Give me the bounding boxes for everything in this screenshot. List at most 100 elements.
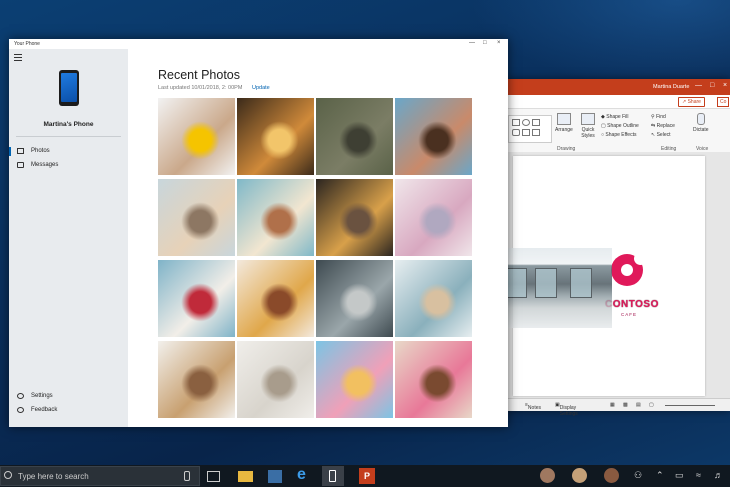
microphone-icon[interactable] [184, 471, 190, 481]
arrange-icon [556, 113, 571, 125]
shapes-gallery[interactable] [508, 115, 552, 143]
your-phone-taskbar-button[interactable] [322, 466, 344, 486]
photo-icon [17, 148, 24, 154]
shape-outline-button[interactable]: ▢ Shape Outline [601, 123, 639, 129]
maximize-icon[interactable]: □ [483, 40, 487, 46]
logo-subtitle: CAFE [621, 312, 638, 317]
people-icon[interactable]: ⚇ [634, 470, 642, 481]
nav-item-messages[interactable]: Messages [9, 160, 128, 172]
store-icon[interactable] [268, 470, 282, 483]
share-button[interactable]: ↗ Share [678, 97, 705, 107]
shape-effects-button[interactable]: ○ Shape Effects [601, 132, 636, 138]
contact-avatar[interactable] [572, 468, 587, 483]
photo-thumbnail[interactable] [237, 341, 314, 418]
ribbon: Arrange Quick Styles ◆ Shape Fill ▢ Shap… [505, 109, 730, 154]
wifi-icon[interactable]: ≈ [696, 470, 701, 480]
shape-oval-icon[interactable] [522, 119, 530, 126]
sidebar: Martina's Phone Photos Messages Settings… [9, 49, 128, 427]
replace-button[interactable]: ⇆ Replace [651, 123, 675, 129]
hamburger-menu-icon[interactable] [14, 54, 22, 61]
logo-title: CONTOSO [605, 299, 659, 310]
arrange-button[interactable]: Arrange [555, 113, 573, 133]
selected-indicator [9, 147, 11, 156]
photo-thumbnail[interactable] [158, 98, 235, 175]
shape-square-icon[interactable] [532, 119, 540, 126]
photo-thumbnail[interactable] [316, 179, 393, 256]
status-bar: ≡ Notes ▣ Display Settings ▦ ▩ ▤ ▢ [505, 398, 730, 417]
gear-icon [17, 393, 24, 399]
file-explorer-icon[interactable] [238, 471, 253, 482]
minimize-icon[interactable]: — [469, 40, 475, 46]
slideshow-icon[interactable]: ▢ [649, 402, 654, 408]
search-icon [4, 471, 12, 479]
divider [16, 136, 121, 137]
photo-thumbnail[interactable] [395, 98, 472, 175]
comments-button[interactable]: Co [717, 97, 730, 107]
reading-view-icon[interactable]: ▤ [636, 402, 641, 408]
photo-thumbnail[interactable] [237, 98, 314, 175]
select-button[interactable]: ↖ Select [651, 132, 671, 138]
feedback-icon [17, 407, 24, 413]
sorter-view-icon[interactable]: ▩ [623, 402, 628, 408]
shape-callout-icon[interactable] [532, 129, 540, 136]
taskbar-search-box[interactable]: Type here to search [0, 466, 200, 486]
quick-styles-icon [581, 113, 595, 125]
photo-thumbnail[interactable] [158, 341, 235, 418]
contact-avatar[interactable] [604, 468, 619, 483]
donut-logo-icon [611, 252, 647, 286]
last-updated-text: Last updated 10/01/2018, 2: 00PM [158, 85, 243, 91]
phone-name: Martina's Phone [43, 121, 94, 128]
search-placeholder: Type here to search [18, 472, 89, 481]
battery-icon[interactable]: ▭ [675, 470, 684, 481]
shape-rounded-icon[interactable] [512, 129, 520, 136]
powerpoint-window[interactable]: Martina Duarte — □ × ↗ Share Co Arrange … [505, 79, 730, 417]
photo-thumbnail[interactable] [316, 341, 393, 418]
update-link[interactable]: Update [252, 85, 270, 91]
shape-rectangle-icon[interactable] [512, 119, 520, 126]
photo-thumbnail[interactable] [158, 260, 235, 337]
close-icon[interactable]: × [723, 82, 727, 89]
chevron-up-icon[interactable]: ⌃ [656, 470, 664, 481]
powerpoint-icon[interactable]: P [359, 468, 375, 484]
phone-icon [329, 470, 336, 482]
notes-button[interactable]: ≡ Notes [525, 402, 541, 411]
photo-thumbnail[interactable] [158, 179, 235, 256]
microphone-icon [696, 113, 705, 125]
powerpoint-titlebar[interactable]: Martina Duarte — □ × [505, 79, 730, 95]
zoom-slider[interactable] [665, 405, 715, 406]
page-title: Recent Photos [158, 68, 240, 82]
photo-thumbnail[interactable] [395, 260, 472, 337]
signed-in-user: Martina Duarte [653, 84, 690, 90]
your-phone-titlebar[interactable]: Your Phone — □ × [9, 39, 508, 49]
nav-item-feedback[interactable]: Feedback [9, 405, 128, 417]
close-icon[interactable]: × [497, 40, 501, 46]
ribbon-tabs: ↗ Share Co [505, 95, 730, 109]
quick-styles-button[interactable]: Quick Styles [579, 113, 597, 139]
photo-thumbnail[interactable] [316, 98, 393, 175]
task-view-icon[interactable] [207, 471, 220, 482]
taskbar: Type here to search e P ⚇ ⌃ ▭ ≈ ♬ [0, 465, 730, 487]
photo-thumbnail[interactable] [237, 179, 314, 256]
normal-view-icon[interactable]: ▦ [610, 402, 615, 408]
display-settings-button[interactable]: ▣ Display Settings [555, 402, 578, 417]
photo-thumbnail[interactable] [395, 179, 472, 256]
photo-thumbnail[interactable] [316, 260, 393, 337]
volume-icon[interactable]: ♬ [714, 470, 723, 480]
your-phone-window[interactable]: Your Phone — □ × Martina's Phone Photos … [9, 39, 508, 427]
dragged-photo[interactable] [490, 248, 612, 328]
photo-thumbnail[interactable] [395, 341, 472, 418]
shape-arrow-icon[interactable] [522, 129, 530, 136]
minimize-icon[interactable]: — [695, 82, 702, 89]
shape-fill-button[interactable]: ◆ Shape Fill [601, 114, 628, 120]
dictate-button[interactable]: Dictate [693, 113, 709, 133]
photos-panel: Recent Photos Last updated 10/01/2018, 2… [128, 49, 508, 427]
phone-icon [59, 70, 79, 106]
contact-avatar[interactable] [540, 468, 555, 483]
find-button[interactable]: ⚲ Find [651, 114, 666, 120]
nav-item-settings[interactable]: Settings [9, 391, 128, 403]
photo-thumbnail[interactable] [237, 260, 314, 337]
edge-icon[interactable]: e [297, 466, 313, 483]
window-title: Your Phone [14, 41, 40, 47]
nav-item-photos[interactable]: Photos [9, 146, 128, 158]
maximize-icon[interactable]: □ [710, 82, 714, 89]
